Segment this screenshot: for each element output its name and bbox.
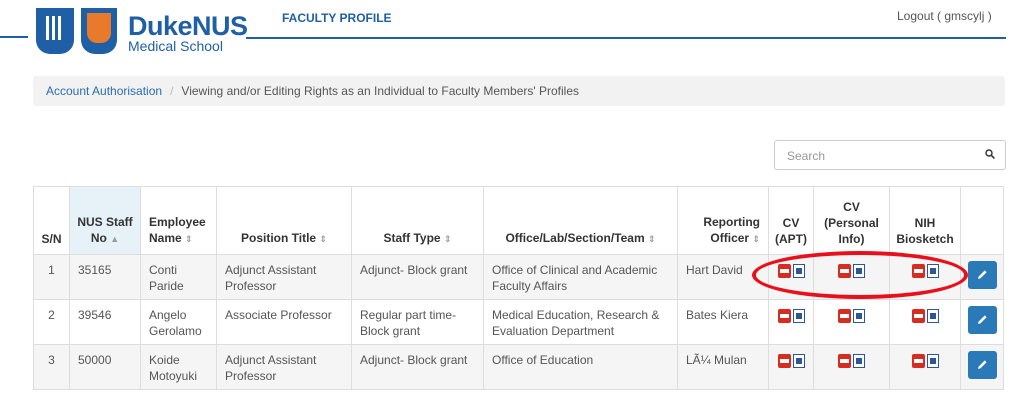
word-icon[interactable] [926, 354, 939, 368]
cell-reporting-officer: Bates Kiera [677, 299, 769, 345]
edit-button[interactable] [967, 261, 997, 289]
cell-reporting-officer: Hart David [677, 254, 769, 300]
cell-cv-personal [813, 299, 890, 345]
cell-cv-personal [813, 254, 890, 300]
sort-icon: ⇕ [443, 234, 452, 244]
faculty-table: S/N NUS Staff No ▲ Employee Name ⇕ Positio… [33, 186, 1004, 390]
breadcrumb-separator: / [170, 84, 174, 98]
cell-position-title: Adjunct Assistant Professor [216, 254, 352, 300]
cell-actions [960, 254, 1004, 300]
pdf-icon[interactable] [777, 354, 791, 368]
duke-shield-icon [36, 8, 74, 54]
cell-reporting-officer: LÃ¼ Mulan [677, 344, 769, 390]
pdf-icon[interactable] [777, 309, 791, 323]
pdf-icon[interactable] [838, 354, 851, 368]
sort-asc-icon: ▲ [110, 234, 120, 244]
col-header-cv-personal: CV (Personal Info) [813, 186, 890, 255]
edit-button[interactable] [967, 306, 997, 334]
word-icon[interactable] [926, 264, 939, 278]
cell-staff-type: Adjunct- Block grant [351, 344, 484, 390]
col-header-employee-name[interactable]: Employee Name ⇕ [140, 186, 217, 255]
pdf-icon[interactable] [911, 264, 925, 278]
table-row: 2 39546 Angelo Gerolamo Associate Profess… [33, 299, 1004, 345]
sort-icon: ⇕ [185, 234, 193, 244]
cell-cv-personal [813, 344, 890, 390]
col-header-reporting-officer[interactable]: Reporting Officer ⇕ [677, 186, 769, 255]
cell-employee-name: Conti Paride [140, 254, 217, 300]
cell-nih-biosketch [889, 299, 961, 345]
cell-nih-biosketch [889, 254, 961, 300]
app-title: FACULTY PROFILE [282, 11, 392, 25]
word-icon[interactable] [853, 309, 865, 323]
pdf-icon[interactable] [911, 354, 925, 368]
table-row: 1 35165 Conti Paride Adjunct Assistant Pro… [33, 254, 1004, 300]
breadcrumb-link-account-authorisation[interactable]: Account Authorisation [46, 84, 162, 98]
logout-link[interactable]: Logout ( gmscylj ) [897, 9, 992, 23]
breadcrumb: Account Authorisation / Viewing and/or Edi… [33, 76, 1005, 106]
pencil-icon [977, 270, 987, 279]
word-icon[interactable] [853, 354, 865, 368]
breadcrumb-current: Viewing and/or Editing Rights as an Indi… [181, 84, 580, 98]
duke-nus-logo[interactable]: DukeNUS Medical School [36, 8, 248, 60]
col-header-staff-no[interactable]: NUS Staff No ▲ [69, 186, 141, 255]
col-header-sn: S/N [33, 186, 70, 255]
header-rule [246, 37, 1006, 39]
table-row: 3 50000 Koide Motoyuki Adjunct Assistant P… [33, 344, 1004, 390]
cell-office: Office of Clinical and Academic Faculty A… [483, 254, 678, 300]
pdf-icon[interactable] [838, 264, 851, 278]
col-header-staff-type[interactable]: Staff Type ⇕ [351, 186, 484, 255]
cell-position-title: Adjunct Assistant Professor [216, 344, 352, 390]
col-header-office[interactable]: Office/Lab/Section/Team ⇕ [483, 186, 678, 255]
pencil-icon [977, 360, 987, 369]
sort-icon: ⇕ [647, 234, 656, 244]
pdf-icon[interactable] [838, 309, 851, 323]
sort-icon: ⇕ [319, 234, 327, 244]
search-icon[interactable] [985, 149, 995, 159]
word-icon[interactable] [792, 264, 805, 278]
cell-staff-no: 39546 [69, 299, 141, 345]
cell-position-title: Associate Professor [216, 299, 352, 345]
cell-sn: 3 [33, 344, 70, 390]
cell-office: Office of Education [483, 344, 678, 390]
pdf-icon[interactable] [911, 309, 925, 323]
cell-sn: 1 [33, 254, 70, 300]
cell-office: Medical Education, Research & Evaluation … [483, 299, 678, 345]
word-icon[interactable] [792, 354, 805, 368]
cell-actions [960, 299, 1004, 345]
cell-employee-name: Koide Motoyuki [140, 344, 217, 390]
pencil-icon [977, 315, 987, 324]
cell-staff-no: 50000 [69, 344, 141, 390]
cell-staff-no: 35165 [69, 254, 141, 300]
edit-button[interactable] [967, 351, 997, 379]
sort-icon: ⇕ [752, 234, 760, 244]
word-icon[interactable] [853, 264, 865, 278]
cell-nih-biosketch [889, 344, 961, 390]
cell-employee-name: Angelo Gerolamo [140, 299, 217, 345]
cell-cv-apt [768, 344, 814, 390]
cell-staff-type: Regular part time- Block grant [351, 299, 484, 345]
nus-shield-icon [81, 8, 117, 54]
pdf-icon[interactable] [777, 264, 791, 278]
cell-staff-type: Adjunct- Block grant [351, 254, 484, 300]
cell-cv-apt [768, 299, 814, 345]
word-icon[interactable] [926, 309, 939, 323]
col-header-position-title[interactable]: Position Title ⇕ [216, 186, 352, 255]
word-icon[interactable] [792, 309, 805, 323]
cell-actions [960, 344, 1004, 390]
logo-title: DukeNUS [128, 11, 248, 41]
cell-cv-apt [768, 254, 814, 300]
cell-sn: 2 [33, 299, 70, 345]
table-header-row: S/N NUS Staff No ▲ Employee Name ⇕ Positio… [33, 186, 1004, 255]
header-rule-left [0, 36, 28, 38]
col-header-nih-biosketch: NIH Biosketch [889, 186, 961, 255]
col-header-actions [960, 186, 1004, 255]
search-input[interactable] [775, 141, 979, 171]
search-box [774, 140, 1006, 171]
col-header-cv-apt: CV (APT) [768, 186, 814, 255]
